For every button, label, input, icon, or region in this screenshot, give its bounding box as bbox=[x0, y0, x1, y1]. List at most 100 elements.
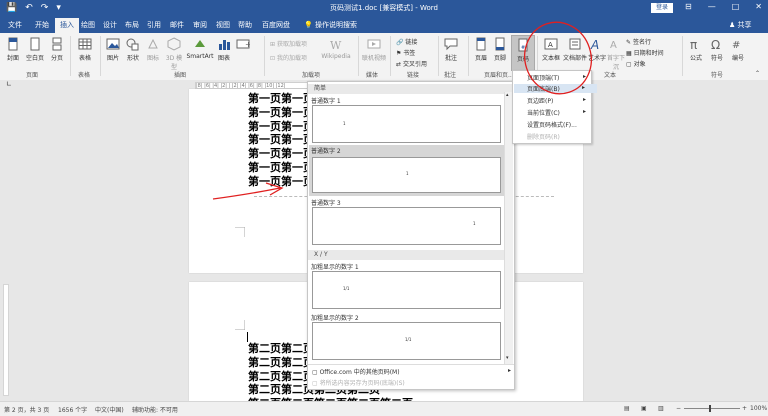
link-button[interactable]: 🔗 链接 bbox=[396, 37, 417, 46]
my-addins-button[interactable]: ⊡ 我的加载项 bbox=[270, 53, 307, 62]
language[interactable]: 中文(中国) bbox=[95, 405, 124, 414]
tab-design[interactable]: 设计 bbox=[103, 20, 117, 30]
header-label: 页眉 bbox=[474, 55, 487, 62]
shapes-button[interactable]: 形状 bbox=[124, 37, 142, 62]
get-addins-button[interactable]: ⊞ 获取加载项 bbox=[270, 39, 307, 48]
close-icon[interactable]: ✕ bbox=[755, 2, 762, 11]
tab-insert[interactable]: 插入 bbox=[55, 18, 79, 33]
header-button[interactable]: 页眉 bbox=[473, 37, 489, 62]
menu-item-format-page-numbers[interactable]: 设置页码格式(F)... bbox=[527, 120, 577, 129]
tab-mailings[interactable]: 邮件 bbox=[170, 20, 184, 30]
equation-button[interactable]: π 公式 bbox=[686, 37, 706, 62]
maximize-icon[interactable]: □ bbox=[732, 2, 740, 11]
gallery-item-bold-number-2[interactable]: 1/1 bbox=[312, 322, 501, 360]
word-count[interactable]: 1656 个字 bbox=[58, 405, 87, 414]
menu-item-page-margins[interactable]: 页边距(P) ▸ bbox=[527, 96, 586, 105]
office-icon: ▢ bbox=[312, 369, 320, 376]
comment-button[interactable]: 批注 bbox=[442, 37, 460, 62]
online-video-button[interactable]: 联机视频 bbox=[361, 37, 387, 62]
icons-button[interactable]: 图标 bbox=[145, 37, 161, 62]
bookmark-button[interactable]: ⚑ 书签 bbox=[396, 48, 415, 57]
tab-review[interactable]: 审阅 bbox=[193, 20, 207, 30]
signature-icon: ✎ bbox=[626, 39, 633, 46]
tab-view[interactable]: 视图 bbox=[216, 20, 230, 30]
table-button[interactable]: 表格 bbox=[76, 37, 94, 62]
symbol-button[interactable]: Ω 符号 bbox=[708, 37, 726, 62]
page-break-button[interactable]: 分页 bbox=[48, 37, 66, 62]
picture-button[interactable]: 图片 bbox=[104, 37, 122, 62]
share-button[interactable]: ♟ 共享 bbox=[729, 20, 752, 30]
scroll-up-icon[interactable]: ▴ bbox=[506, 92, 509, 98]
scroll-down-icon[interactable]: ▾ bbox=[506, 355, 509, 361]
wikipedia-button[interactable]: W Wikipedia bbox=[320, 37, 352, 60]
menu-item-remove-page-numbers[interactable]: 删除页码(R) bbox=[527, 132, 560, 141]
read-mode-icon[interactable]: ▤ bbox=[624, 405, 630, 412]
gallery-section-xy: X / Y bbox=[308, 250, 512, 260]
print-layout-icon[interactable]: ▣ bbox=[641, 405, 647, 412]
ribbon-display-icon[interactable]: ⊟ bbox=[685, 2, 692, 11]
footer-button[interactable]: 页脚 bbox=[492, 37, 508, 62]
cover-page-icon bbox=[8, 37, 18, 51]
login-button[interactable]: 登录 bbox=[651, 3, 673, 13]
smartart-button[interactable]: SmartArt bbox=[186, 37, 214, 60]
chart-button[interactable]: 图表 bbox=[216, 37, 232, 62]
more-page-numbers-office[interactable]: ▢ Office.com 中的其他页码(M) ▸ bbox=[312, 367, 511, 376]
tell-me-search[interactable]: 💡 操作说明搜索 bbox=[304, 20, 357, 30]
lightbulb-icon: 💡 bbox=[304, 21, 315, 29]
number-icon: # bbox=[732, 40, 740, 51]
cross-reference-button[interactable]: ⇄ 交叉引用 bbox=[396, 59, 427, 68]
web-layout-icon[interactable]: ▥ bbox=[658, 405, 664, 412]
page1-text[interactable]: 第一页第一页 第一页第一页 第一页第一页 第一页第一页 第一页第一页 第一页第一… bbox=[248, 92, 314, 189]
tab-baidu-netdisk[interactable]: 百度网盘 bbox=[262, 20, 290, 30]
save-selection-as-page-number[interactable]: ▢ 将所选内容另存为页码(底端)(S) bbox=[312, 378, 405, 387]
date-time-button[interactable]: ▦ 日期和时间 bbox=[626, 48, 664, 57]
menu-item-bottom-of-page[interactable]: 页面底端(B) ▸ bbox=[514, 84, 597, 93]
page-count[interactable]: 第 2 页，共 3 页 bbox=[4, 405, 49, 414]
footer-label: 页脚 bbox=[493, 55, 506, 62]
zoom-in-icon[interactable]: + bbox=[742, 405, 747, 412]
blank-page-button[interactable]: 空白页 bbox=[24, 37, 46, 62]
cover-page-button[interactable]: 封面 bbox=[4, 37, 22, 62]
accessibility-status[interactable]: 辅助功能: 不可用 bbox=[132, 405, 178, 414]
page-number-button[interactable]: # 页码 bbox=[511, 35, 535, 71]
gallery-item-plain-number-2[interactable]: 1 bbox=[312, 157, 501, 193]
date-time-label: 日期和时间 bbox=[633, 50, 664, 57]
vertical-ruler[interactable] bbox=[0, 89, 9, 401]
menu-item-label: 当前位置(C) bbox=[527, 110, 560, 117]
textbox-button[interactable]: A 文本框 bbox=[540, 37, 562, 62]
quick-parts-button[interactable]: 文档部件 bbox=[563, 37, 587, 62]
svg-text:+: + bbox=[245, 40, 250, 49]
tab-home[interactable]: 开始 bbox=[35, 20, 49, 30]
menu-item-top-of-page[interactable]: 页面顶端(T) ▸ bbox=[527, 73, 586, 82]
zoom-out-icon[interactable]: − bbox=[676, 405, 681, 412]
gallery-item-plain-number-3[interactable]: 1 bbox=[312, 207, 501, 245]
gallery-item-bold-number-1[interactable]: 1/1 bbox=[312, 271, 501, 309]
screenshot-button[interactable]: + bbox=[234, 37, 252, 53]
group-comments-label: 批注 bbox=[444, 72, 457, 79]
object-button[interactable]: ▢ 对象 bbox=[626, 59, 646, 68]
page-break-label: 分页 bbox=[50, 55, 63, 62]
minimize-icon[interactable]: — bbox=[708, 2, 716, 11]
tab-help[interactable]: 帮助 bbox=[238, 20, 252, 30]
tab-selector-icon[interactable]: ∟ bbox=[6, 80, 12, 88]
gallery-item-plain-number-1[interactable]: 1 bbox=[312, 105, 501, 143]
wordart-button[interactable]: A 艺术字 bbox=[588, 37, 606, 62]
divider bbox=[438, 36, 439, 76]
tab-references[interactable]: 引用 bbox=[147, 20, 161, 30]
zoom-level[interactable]: 100% bbox=[750, 405, 767, 412]
zoom-slider-thumb[interactable] bbox=[709, 405, 711, 412]
menu-item-label: 页面底端(B) bbox=[527, 86, 560, 93]
ruler-ticks: |8| |6| |4| |2| | |2| |4| |6| |8| |10| |… bbox=[195, 82, 312, 89]
tab-file[interactable]: 文件 bbox=[8, 20, 22, 30]
drop-cap-button[interactable]: A 首字下沉 bbox=[606, 37, 626, 71]
number-button[interactable]: # 编号 bbox=[728, 37, 748, 62]
group-pages-label: 页面 bbox=[26, 72, 39, 79]
tab-layout[interactable]: 布局 bbox=[125, 20, 139, 30]
video-icon bbox=[367, 39, 381, 49]
zoom-slider[interactable] bbox=[684, 408, 740, 409]
signature-line-button[interactable]: ✎ 签名行 bbox=[626, 37, 651, 46]
tab-draw[interactable]: 绘图 bbox=[81, 20, 95, 30]
3d-models-button[interactable]: 3D 模型 bbox=[163, 37, 185, 71]
menu-item-current-position[interactable]: 当前位置(C) ▸ bbox=[527, 108, 586, 117]
collapse-ribbon-icon[interactable]: ⌃ bbox=[755, 70, 760, 77]
